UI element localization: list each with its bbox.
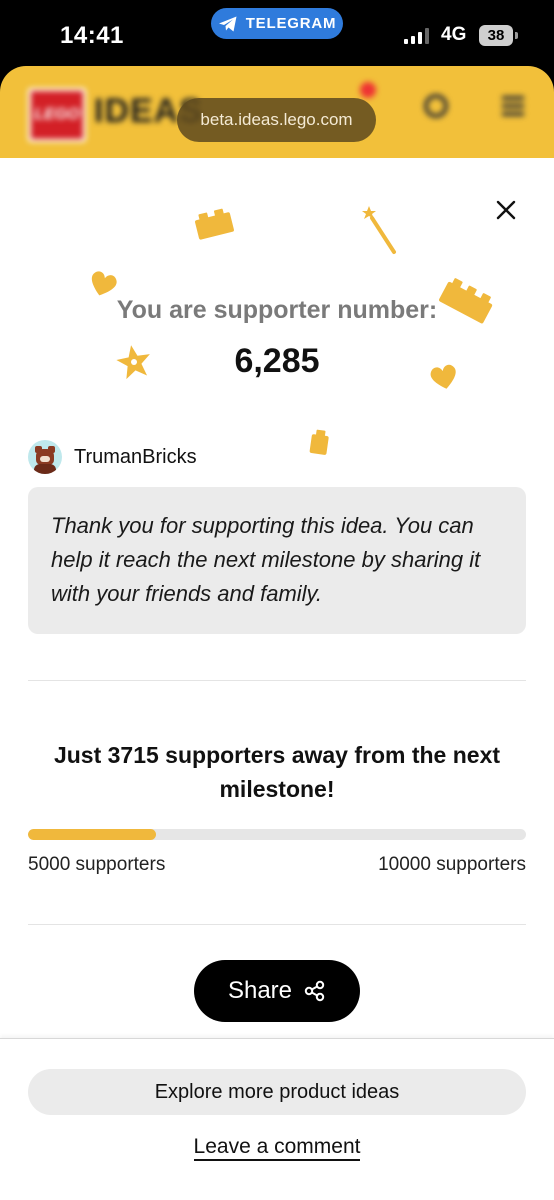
lego-logo-text: LEGO <box>34 106 80 123</box>
avatar <box>28 440 62 474</box>
telegram-icon <box>218 16 237 31</box>
supporter-heading: You are supporter number: <box>116 296 438 324</box>
milestone-progress-fill <box>28 829 156 840</box>
telegram-pill[interactable]: TELEGRAM <box>211 8 343 39</box>
notification-dot <box>360 82 376 98</box>
menu-icon <box>502 96 524 116</box>
supporter-number: 6,285 <box>234 342 320 380</box>
brick-icon <box>309 429 329 455</box>
progress-end-label: 10000 supporters <box>378 854 526 875</box>
share-label: Share <box>227 977 293 1004</box>
username: TrumanBricks <box>74 445 197 468</box>
signal-icon <box>404 28 429 44</box>
supporter-sheet: You are supporter number: 6,285 TrumanBr… <box>0 158 554 1200</box>
search-icon <box>424 94 448 118</box>
divider <box>28 924 526 925</box>
share-button[interactable]: Share <box>194 960 360 1022</box>
clock: 14:41 <box>60 22 124 49</box>
magic-wand-icon <box>362 206 396 254</box>
close-icon[interactable] <box>492 196 520 224</box>
battery-level: 38 <box>487 27 505 44</box>
brick-icon <box>195 208 234 240</box>
share-icon <box>304 980 325 1002</box>
url-pill[interactable]: beta.ideas.lego.com <box>177 98 376 142</box>
milestone-progress-bar <box>28 829 526 840</box>
explore-ideas-button[interactable]: Explore more product ideas <box>28 1069 526 1115</box>
leave-comment-label: Leave a comment <box>193 1135 361 1161</box>
thank-you-message: Thank you for supporting this idea. You … <box>28 487 526 634</box>
telegram-label: TELEGRAM <box>245 15 337 32</box>
battery-icon: 38 <box>479 25 518 46</box>
bottom-action-bar: Explore more product ideas Leave a comme… <box>0 1038 554 1200</box>
milestone-text: Just 3715 supporters away from the next … <box>53 742 501 802</box>
progress-start-label: 5000 supporters <box>28 854 166 875</box>
network-type: 4G <box>441 24 467 45</box>
leave-comment-link[interactable]: Leave a comment <box>0 1135 554 1161</box>
divider <box>28 680 526 681</box>
lego-logo: LEGO <box>28 88 86 142</box>
user-row: TrumanBricks <box>28 440 197 474</box>
